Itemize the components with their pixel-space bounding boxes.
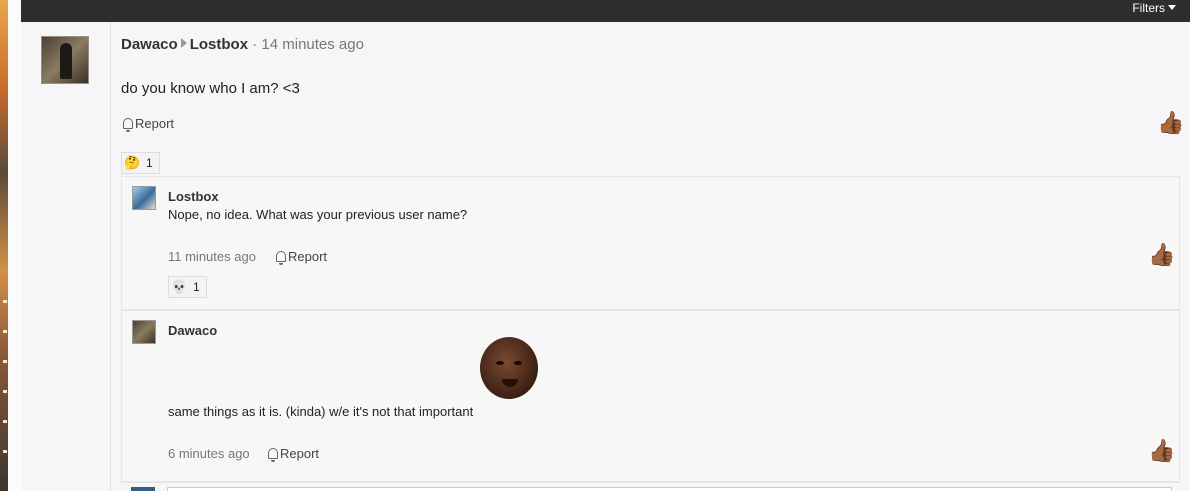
thumbs-up-icon[interactable]: 👍🏾 [1148, 439, 1175, 463]
skull-icon: 💀 [171, 279, 188, 294]
reply-author-link[interactable]: Dawaco [168, 323, 217, 338]
avatar[interactable] [41, 36, 89, 84]
bell-icon [276, 251, 286, 265]
wallpaper-detail [3, 450, 7, 453]
avatar-figure [60, 43, 72, 79]
crying-face-image [480, 337, 538, 399]
report-button[interactable]: Report [276, 249, 328, 265]
report-label: Report [288, 249, 328, 264]
post-separator: · [252, 36, 258, 53]
wallpaper-detail [3, 330, 7, 333]
arrow-right-icon [180, 38, 187, 48]
reply-author-link[interactable]: Lostbox [168, 189, 219, 204]
thumbs-up-icon[interactable]: 👍🏾 [1148, 243, 1175, 267]
wallpaper-detail [3, 360, 7, 363]
report-label: Report [135, 116, 175, 131]
reply-item: Dawaco same things as it is. (kinda) w/e… [121, 310, 1180, 482]
report-button[interactable]: Report [123, 116, 175, 132]
reaction-skull[interactable]: 💀 1 [168, 276, 207, 298]
face-mouth [502, 379, 518, 387]
report-button[interactable]: Report [268, 446, 320, 462]
wallpaper-detail [3, 300, 7, 303]
reply-timestamp[interactable]: 6 minutes ago [168, 446, 250, 461]
reaction-count: 1 [146, 156, 153, 170]
reaction-thinking[interactable]: 🤔 1 [121, 152, 160, 174]
thinking-face-icon: 🤔 [124, 155, 141, 170]
post-recipient-link[interactable]: Lostbox [190, 36, 248, 53]
filters-dropdown[interactable]: Filters [1132, 1, 1176, 15]
reply-body: same things as it is. (kinda) w/e it's n… [168, 404, 474, 419]
bell-icon [123, 118, 133, 132]
thumbs-up-icon[interactable]: 👍🏾 [1157, 111, 1184, 135]
comment-thread: Dawaco Lostbox · 14 minutes ago do you kn… [21, 22, 1190, 491]
window-edge [1190, 0, 1195, 491]
post-header: Dawaco Lostbox · 14 minutes ago [121, 36, 364, 53]
post-body: do you know who I am? <3 [121, 80, 300, 97]
report-label: Report [280, 446, 320, 461]
face-eye [514, 361, 522, 365]
avatar[interactable] [132, 186, 156, 210]
post-author-link[interactable]: Dawaco [121, 36, 178, 53]
reply-item: Lostbox Nope, no idea. What was your pre… [121, 176, 1180, 310]
reply-body: Nope, no idea. What was your previous us… [168, 207, 468, 222]
bell-icon [268, 448, 278, 462]
reaction-count: 1 [193, 280, 200, 294]
post-author-gutter [21, 22, 111, 491]
avatar[interactable] [132, 320, 156, 344]
face-eye [496, 361, 504, 365]
avatar [131, 487, 155, 491]
reply-input[interactable] [167, 487, 1172, 491]
reply-timestamp[interactable]: 11 minutes ago [168, 249, 256, 264]
wallpaper-detail [3, 420, 7, 423]
post-main: Dawaco Lostbox · 14 minutes ago do you kn… [121, 22, 1190, 491]
filters-label: Filters [1132, 1, 1165, 15]
caret-down-icon [1168, 5, 1176, 10]
post-timestamp[interactable]: 14 minutes ago [261, 36, 364, 53]
wallpaper-detail [3, 390, 7, 393]
feed-toolbar: Filters [21, 0, 1190, 22]
page-margin [8, 0, 21, 491]
